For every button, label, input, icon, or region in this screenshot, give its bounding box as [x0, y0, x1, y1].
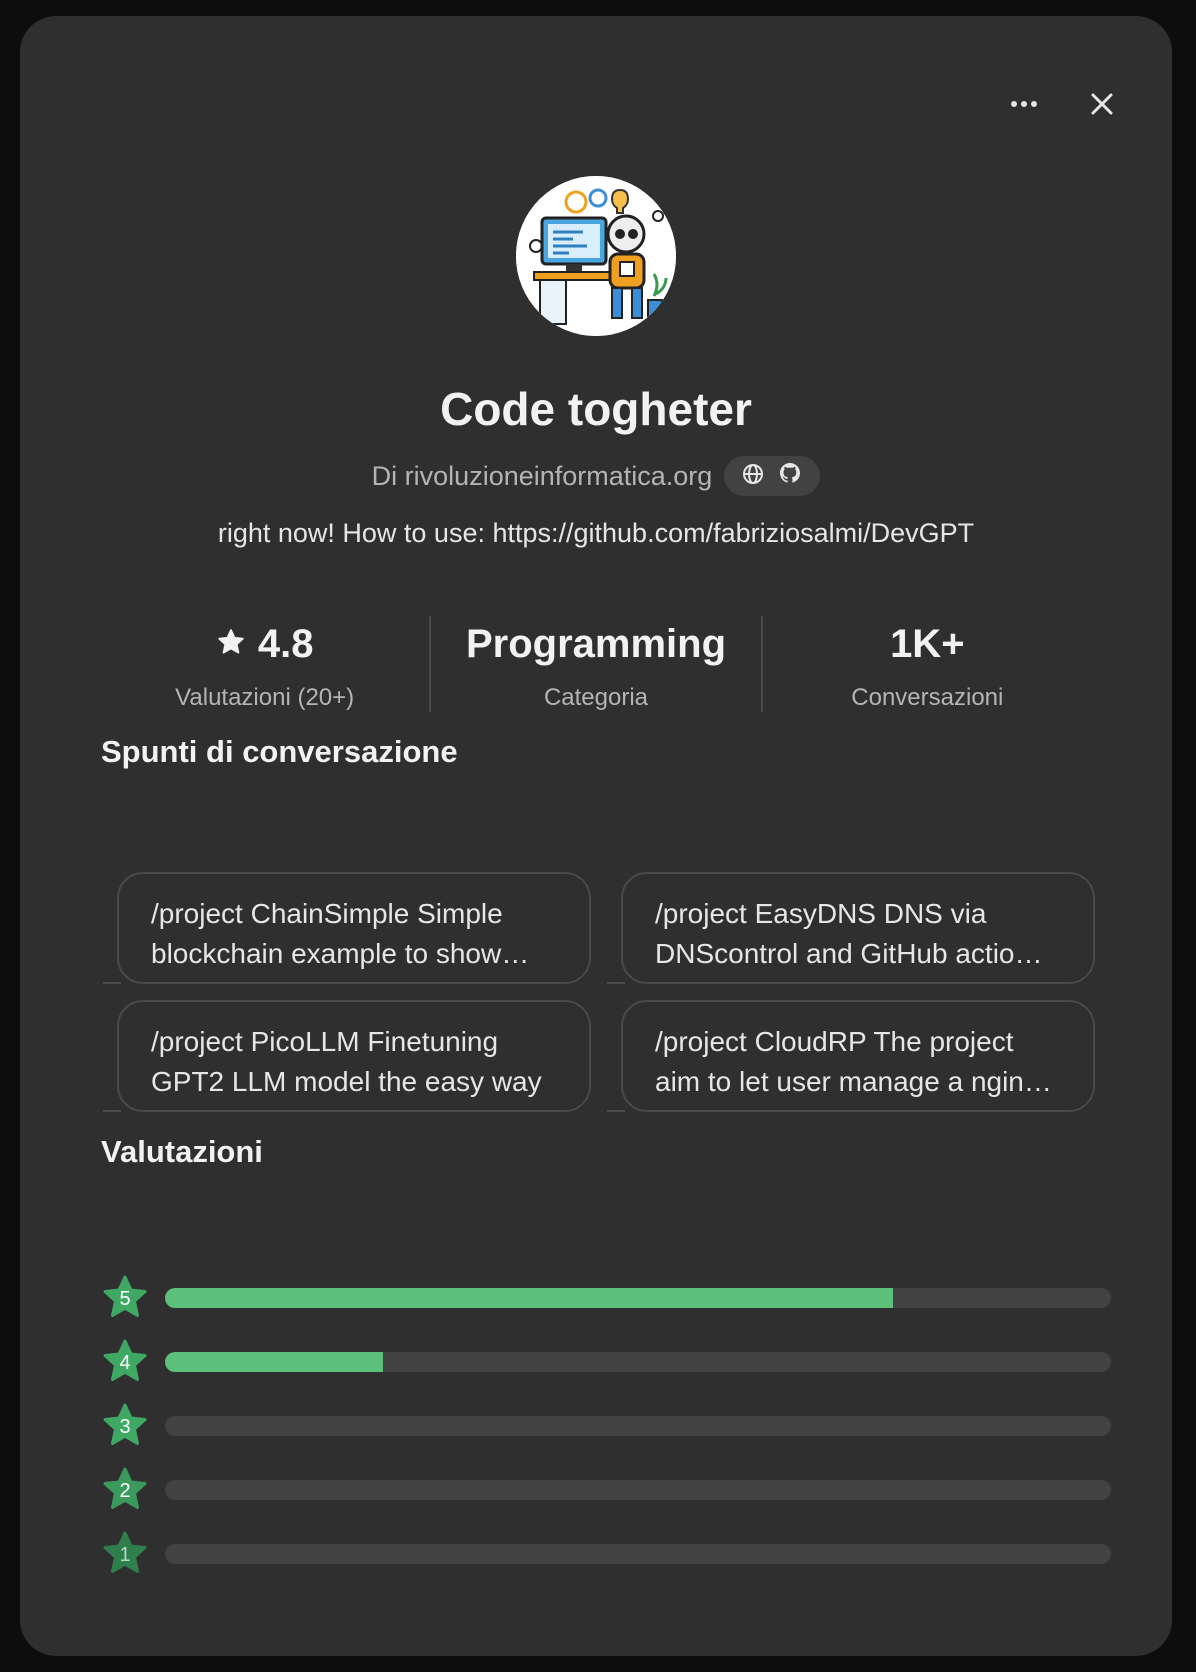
gpt-avatar	[516, 176, 676, 336]
star-count: 5	[119, 1288, 131, 1310]
category-label: Categoria	[543, 684, 649, 711]
star-badge-icon: 2	[101, 1466, 149, 1514]
rating-label: Valutazioni (20+)	[175, 684, 355, 711]
gpt-details-dialog: Code togheter Di rivoluzioneinformatica.…	[20, 16, 1172, 1656]
category-value: Programming	[465, 621, 727, 666]
starter-card[interactable]: /project EasyDNS DNS via DNScontrol and …	[607, 872, 1095, 984]
star-badge-icon: 5	[101, 1274, 149, 1322]
rating-bar	[165, 1352, 1111, 1372]
globe-icon[interactable]	[742, 461, 764, 492]
rating-bar	[165, 1544, 1111, 1564]
star-badge-icon: 3	[101, 1402, 149, 1450]
stat-rating: 4.8 Valutazioni (20+)	[100, 616, 429, 712]
stat-category: Programming Categoria	[431, 616, 760, 712]
close-icon[interactable]	[1080, 82, 1124, 126]
rating-bar	[165, 1288, 1111, 1308]
gpt-author-line: Di rivoluzioneinformatica.org	[20, 456, 1172, 496]
starters-heading: Spunti di conversazione	[101, 734, 458, 769]
gpt-title: Code togheter	[440, 383, 752, 435]
stats-row: 4.8 Valutazioni (20+) Programming Catego…	[100, 616, 1092, 712]
star-count: 1	[119, 1544, 131, 1566]
conversations-value: 1K+	[890, 621, 965, 666]
star-count: 2	[119, 1480, 131, 1502]
rating-bar	[165, 1480, 1111, 1500]
gpt-author: Di rivoluzioneinformatica.org	[371, 460, 713, 491]
rating-row: 5	[101, 1266, 1111, 1330]
star-count: 4	[119, 1352, 131, 1374]
rating-bar	[165, 1416, 1111, 1436]
star-badge-icon: 1	[101, 1530, 149, 1578]
stat-conversations: 1K+ Conversazioni	[763, 616, 1092, 712]
starter-card[interactable]: /project ChainSimple Simple blockchain e…	[103, 872, 591, 984]
rating-row: 3	[101, 1394, 1111, 1458]
robot-illustration	[516, 176, 676, 336]
github-icon[interactable]	[778, 461, 802, 492]
ratings-distribution: 5 4 3 2 1	[101, 1266, 1111, 1586]
ratings-heading: Valutazioni	[101, 1134, 263, 1169]
starter-card[interactable]: /project CloudRP The project aim to let …	[607, 1000, 1095, 1112]
star-icon	[216, 622, 246, 667]
rating-bar-fill	[165, 1352, 383, 1372]
dialog-actions	[1002, 82, 1124, 126]
star-count: 3	[119, 1416, 131, 1438]
gpt-description: right now! How to use: https://github.co…	[217, 518, 975, 548]
rating-row: 4	[101, 1330, 1111, 1394]
rating-row: 1	[101, 1522, 1111, 1586]
ellipsis-icon[interactable]	[1002, 82, 1046, 126]
conversation-starters: /project ChainSimple Simple blockchain e…	[103, 872, 1111, 1112]
starter-card[interactable]: /project PicoLLM Finetuning GPT2 LLM mod…	[103, 1000, 591, 1112]
rating-bar-fill	[165, 1288, 894, 1308]
author-links	[724, 456, 821, 496]
rating-row: 2	[101, 1458, 1111, 1522]
conversations-label: Conversazioni	[851, 684, 1004, 711]
rating-value: 4.8	[257, 621, 314, 666]
star-badge-icon: 4	[101, 1338, 149, 1386]
